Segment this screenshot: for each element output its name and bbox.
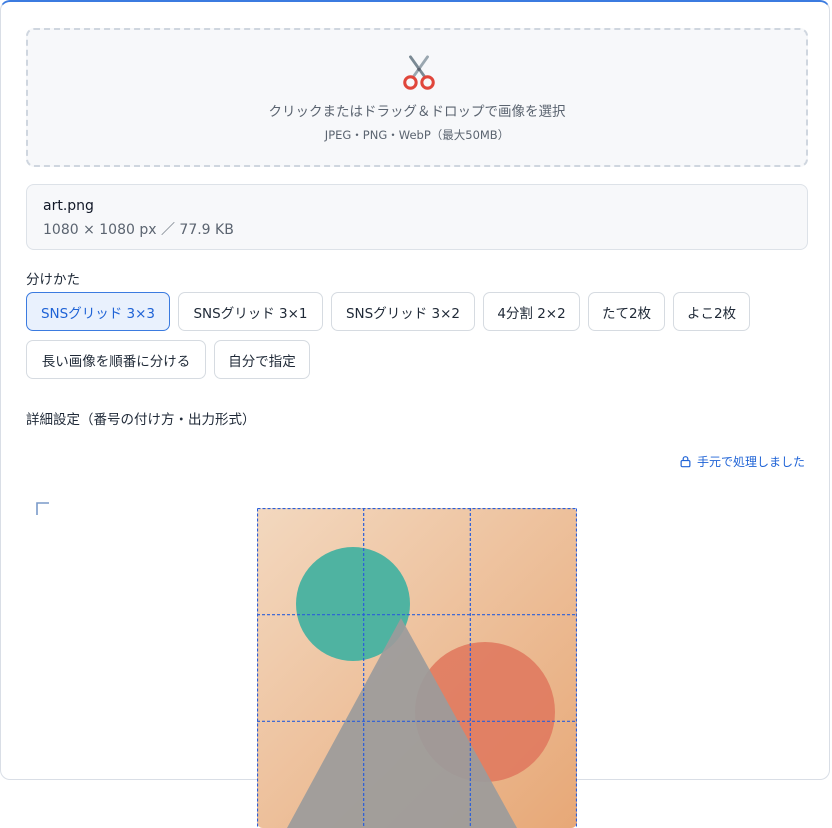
scissors-icon (403, 55, 435, 90)
split-option-4split-2x2[interactable]: 4分割 2×2 (483, 292, 580, 331)
splitter-card: クリックまたはドラッグ＆ドロップで画像を選択 JPEG・PNG・WebP（最大5… (0, 0, 830, 828)
file-name: art.png (43, 198, 94, 214)
split-option-sns-3x3[interactable]: SNSグリッド 3×3 (26, 292, 170, 331)
split-option-vertical-2[interactable]: たて2枚 (588, 292, 665, 331)
split-option-custom[interactable]: 自分で指定 (214, 340, 310, 379)
preview-image (257, 508, 577, 828)
processed-text: 手元で処理しました (696, 455, 805, 469)
lock-icon (680, 456, 691, 468)
dropzone-formats: JPEG・PNG・WebP（最大50MB） (324, 128, 510, 142)
processed-status: 手元で処理しました (679, 453, 805, 470)
file-meta: 1080 × 1080 px ／ 77.9 KB (43, 222, 234, 238)
split-label: 分けかた (26, 272, 80, 288)
split-option-long-sequential[interactable]: 長い画像を順番に分ける (26, 340, 206, 379)
advanced-settings-toggle[interactable]: 詳細設定（番号の付け方・出力形式） (26, 408, 256, 428)
split-option-horizontal-2[interactable]: よこ2枚 (673, 292, 750, 331)
file-info: art.png 1080 × 1080 px ／ 77.9 KB (26, 184, 808, 250)
split-option-sns-3x1[interactable]: SNSグリッド 3×1 (178, 292, 323, 331)
crop-corner-icon (36, 502, 49, 515)
split-option-sns-3x2[interactable]: SNSグリッド 3×2 (331, 292, 475, 331)
dropzone-title: クリックまたはドラッグ＆ドロップで画像を選択 (268, 104, 566, 120)
upload-dropzone[interactable]: クリックまたはドラッグ＆ドロップで画像を選択 JPEG・PNG・WebP（最大5… (26, 28, 808, 167)
